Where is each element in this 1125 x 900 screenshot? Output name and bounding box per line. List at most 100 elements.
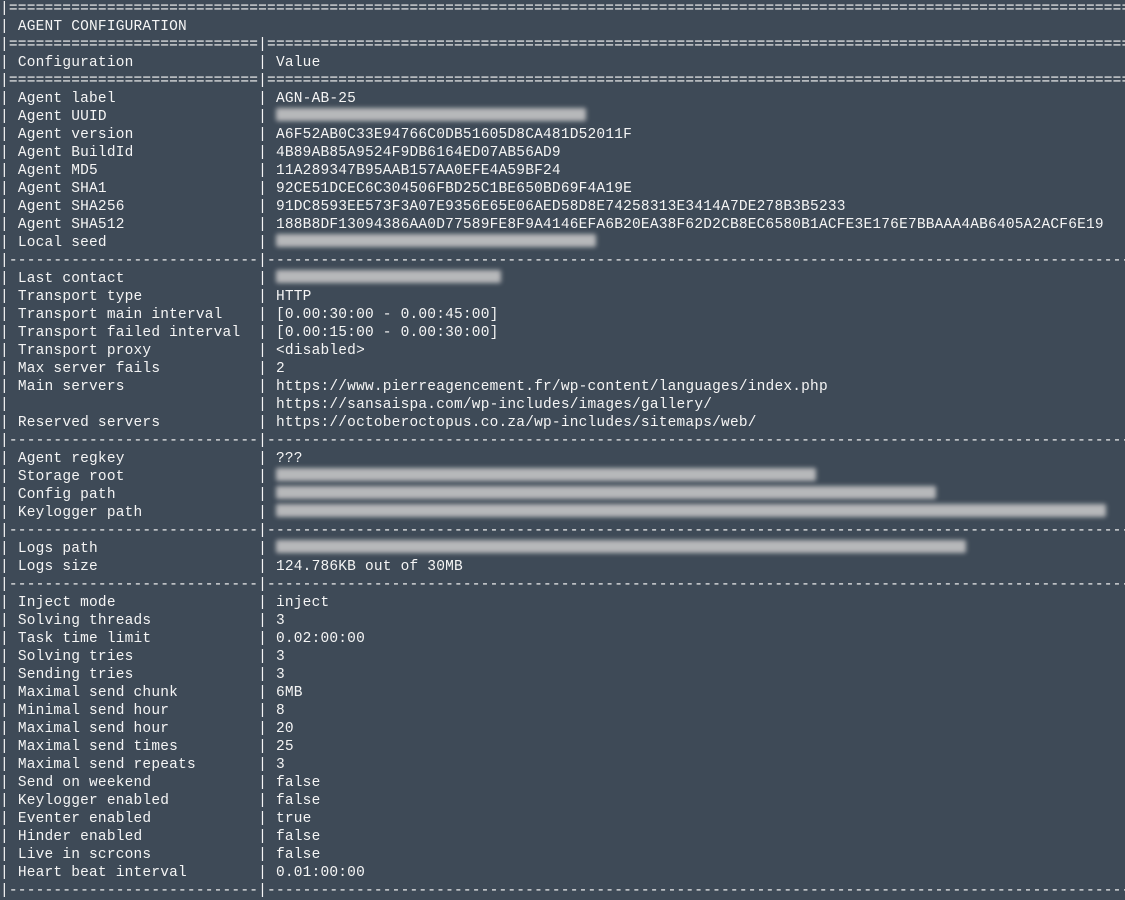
config-key: Send on weekend (18, 774, 258, 792)
config-value: https://octoberoctopus.co.za/wp-includes… (276, 414, 757, 432)
config-row: | Maximal send chunk | 6MB (0, 684, 1125, 702)
config-value: true (276, 810, 312, 828)
config-row: | Max server fails | 2 (0, 360, 1125, 378)
config-value: 20 (276, 720, 294, 738)
config-row: | Eventer enabled | true (0, 810, 1125, 828)
redacted-value (276, 540, 966, 553)
agent-config-screen: |=======================================… (0, 0, 1125, 900)
divider-full: |=======================================… (0, 0, 1125, 18)
config-key (18, 396, 258, 414)
config-key: Keylogger enabled (18, 792, 258, 810)
config-value: 11A289347B95AAB157AA0EFE4A59BF24 (276, 162, 561, 180)
config-value: 4B89AB85A9524F9DB6164ED07AB56AD9 (276, 144, 561, 162)
config-row: | Solving threads | 3 (0, 612, 1125, 630)
config-row: | Agent SHA512 | 188B8DF13094386AA0D7758… (0, 216, 1125, 234)
config-value: false (276, 828, 321, 846)
config-row: | Live in scrcons | false (0, 846, 1125, 864)
config-key: Hinder enabled (18, 828, 258, 846)
config-value: <disabled> (276, 342, 365, 360)
config-row: | Hinder enabled | false (0, 828, 1125, 846)
config-key: Sending tries (18, 666, 258, 684)
config-value: 3 (276, 648, 285, 666)
config-key: Transport type (18, 288, 258, 306)
config-row: | Agent regkey | ??? (0, 450, 1125, 468)
config-key: Agent SHA512 (18, 216, 258, 234)
config-key: Transport main interval (18, 306, 258, 324)
config-row: | Agent SHA1 | 92CE51DCEC6C304506FBD25C1… (0, 180, 1125, 198)
config-row: | Sending tries | 3 (0, 666, 1125, 684)
config-key: Agent MD5 (18, 162, 258, 180)
config-key: Maximal send times (18, 738, 258, 756)
config-key: Transport proxy (18, 342, 258, 360)
config-row: | Storage root | (0, 468, 1125, 486)
config-value: 124.786KB out of 30MB (276, 558, 463, 576)
config-value: HTTP (276, 288, 312, 306)
config-key: Agent label (18, 90, 258, 108)
config-value: [0.00:15:00 - 0.00:30:00] (276, 324, 499, 342)
config-key: Storage root (18, 468, 258, 486)
config-row: | Config path | (0, 486, 1125, 504)
title-line: | AGENT CONFIGURATION (0, 18, 1125, 36)
config-key: Agent UUID (18, 108, 258, 126)
config-row: | Agent MD5 | 11A289347B95AAB157AA0EFE4A… (0, 162, 1125, 180)
config-row: | Main servers | https://www.pierreagenc… (0, 378, 1125, 396)
config-value: https://www.pierreagencement.fr/wp-conte… (276, 378, 828, 396)
config-row: | Transport type | HTTP (0, 288, 1125, 306)
config-row: | Transport proxy | <disabled> (0, 342, 1125, 360)
divider-dash: |----------------------------|----------… (0, 882, 1125, 900)
config-row: | Inject mode | inject (0, 594, 1125, 612)
config-key: Logs path (18, 540, 258, 558)
config-row: | Task time limit | 0.02:00:00 (0, 630, 1125, 648)
config-row: | Logs path | (0, 540, 1125, 558)
config-row: | Reserved servers | https://octoberocto… (0, 414, 1125, 432)
config-row: | Maximal send times | 25 (0, 738, 1125, 756)
redacted-value (276, 468, 816, 481)
config-value: AGN-AB-25 (276, 90, 356, 108)
config-row: | Transport main interval | [0.00:30:00 … (0, 306, 1125, 324)
config-value: 188B8DF13094386AA0D77589FE8F9A4146EFA6B2… (276, 216, 1104, 234)
config-key: Heart beat interval (18, 864, 258, 882)
config-key: Keylogger path (18, 504, 258, 522)
config-key: Agent SHA1 (18, 180, 258, 198)
config-key: Main servers (18, 378, 258, 396)
divider-dash: |----------------------------|----------… (0, 432, 1125, 450)
redacted-value (276, 486, 936, 499)
config-value: 91DC8593EE573F3A07E9356E65E06AED58D8E742… (276, 198, 846, 216)
config-value: ??? (276, 450, 303, 468)
config-row: | Agent BuildId | 4B89AB85A9524F9DB6164E… (0, 144, 1125, 162)
column-header: | Configuration | Value (0, 54, 1125, 72)
config-row: | Logs size | 124.786KB out of 30MB (0, 558, 1125, 576)
config-key: Transport failed interval (18, 324, 258, 342)
config-key: Maximal send hour (18, 720, 258, 738)
config-key: Max server fails (18, 360, 258, 378)
config-key: Agent SHA256 (18, 198, 258, 216)
config-row: | Last contact | (0, 270, 1125, 288)
config-key: Live in scrcons (18, 846, 258, 864)
config-row: | Transport failed interval | [0.00:15:0… (0, 324, 1125, 342)
divider-split: |============================|==========… (0, 36, 1125, 54)
config-value: 0.02:00:00 (276, 630, 365, 648)
divider-dash: |----------------------------|----------… (0, 252, 1125, 270)
redacted-value (276, 270, 501, 283)
config-value: 2 (276, 360, 285, 378)
redacted-value (276, 108, 586, 121)
config-value: false (276, 846, 321, 864)
config-key: Inject mode (18, 594, 258, 612)
config-key: Last contact (18, 270, 258, 288)
config-row: | Agent SHA256 | 91DC8593EE573F3A07E9356… (0, 198, 1125, 216)
config-key: Agent regkey (18, 450, 258, 468)
config-key: Minimal send hour (18, 702, 258, 720)
redacted-value (276, 504, 1106, 517)
config-value: 3 (276, 666, 285, 684)
config-value: 8 (276, 702, 285, 720)
config-row: | Keylogger enabled | false (0, 792, 1125, 810)
config-value: [0.00:30:00 - 0.00:45:00] (276, 306, 499, 324)
config-row: | Keylogger path | (0, 504, 1125, 522)
config-key: Solving tries (18, 648, 258, 666)
config-value: false (276, 774, 321, 792)
config-key: Solving threads (18, 612, 258, 630)
config-key: Local seed (18, 234, 258, 252)
config-key: Reserved servers (18, 414, 258, 432)
config-row: | Send on weekend | false (0, 774, 1125, 792)
header-label-value: Value (276, 54, 321, 72)
